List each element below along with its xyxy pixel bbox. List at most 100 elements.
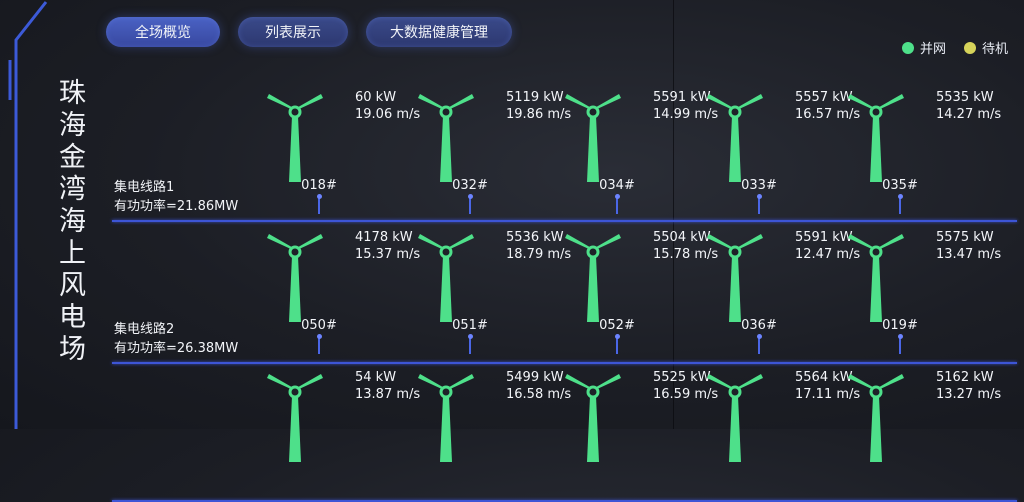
- tab-health-management[interactable]: 大数据健康管理: [366, 17, 512, 47]
- turbine-connector-node: [467, 194, 473, 199]
- turbine-power: 5162 kW: [936, 370, 994, 385]
- turbine-connector-node: [756, 334, 762, 339]
- turbine-card[interactable]: 54 kW 13.87 m/s: [265, 370, 420, 500]
- turbine-id: 032#: [452, 178, 488, 193]
- left-frame-decoration: [8, 1, 48, 429]
- feeder-active-power: 有功功率=21.86MW: [114, 199, 239, 214]
- wind-turbine-icon: [707, 94, 763, 182]
- turbine-card[interactable]: 5535 kW 14.27 m/s 035#: [846, 90, 1001, 220]
- turbine-connector-node: [897, 194, 903, 199]
- page-title-vertical: 珠海金湾海上风电场: [54, 78, 85, 366]
- turbine-card[interactable]: 5504 kW 15.78 m/s 052#: [563, 230, 718, 360]
- turbine-power: 5536 kW: [506, 230, 564, 245]
- turbine-wind-speed: 18.79 m/s: [506, 247, 572, 262]
- turbine-power: 5575 kW: [936, 230, 994, 245]
- feeder-line: [112, 220, 1017, 222]
- turbine-power: 5504 kW: [653, 230, 711, 245]
- legend-item-standby: 待机: [963, 38, 1008, 57]
- turbine-power: 5557 kW: [795, 90, 853, 105]
- turbine-connector: [469, 198, 471, 214]
- turbine-id: 052#: [599, 318, 635, 333]
- turbine-connector-node: [467, 334, 473, 339]
- tab-list-view-label: 列表展示: [265, 25, 321, 41]
- turbine-wind-speed: 16.58 m/s: [506, 387, 572, 402]
- turbine-power: 54 kW: [355, 370, 397, 385]
- turbine-id: 050#: [301, 318, 337, 333]
- wind-turbine-icon: [418, 234, 474, 322]
- turbine-power: 5591 kW: [795, 230, 853, 245]
- tab-health-management-label: 大数据健康管理: [390, 25, 488, 41]
- turbine-card[interactable]: 5591 kW 14.99 m/s 034#: [563, 90, 718, 220]
- wind-turbine-icon: [418, 374, 474, 462]
- turbine-power: 5564 kW: [795, 370, 853, 385]
- turbine-connector: [318, 338, 320, 354]
- turbine-connector-node: [614, 194, 620, 199]
- turbine-card[interactable]: 5119 kW 19.86 m/s 032#: [416, 90, 571, 220]
- turbine-wind-speed: 19.86 m/s: [506, 107, 572, 122]
- turbine-connector-node: [614, 334, 620, 339]
- turbine-card[interactable]: 5575 kW 13.47 m/s 019#: [846, 230, 1001, 360]
- turbine-wind-speed: 13.47 m/s: [936, 247, 1002, 262]
- wind-turbine-icon: [267, 234, 323, 322]
- turbine-wind-speed: 15.37 m/s: [355, 247, 421, 262]
- yellow-status-dot-icon: [963, 41, 976, 54]
- turbine-wind-speed: 13.87 m/s: [355, 387, 421, 402]
- turbine-id: 051#: [452, 318, 488, 333]
- turbine-card[interactable]: 5525 kW 16.59 m/s: [563, 370, 718, 500]
- turbine-power: 5591 kW: [653, 90, 711, 105]
- wind-turbine-icon: [707, 374, 763, 462]
- turbine-connector: [616, 338, 618, 354]
- turbine-id: 035#: [882, 178, 918, 193]
- wind-turbine-icon: [848, 374, 904, 462]
- wind-turbine-icon: [565, 374, 621, 462]
- turbine-power: 5525 kW: [653, 370, 711, 385]
- turbine-connector-node: [897, 334, 903, 339]
- turbine-id: 036#: [741, 318, 777, 333]
- feeder-active-power: 有功功率=26.38MW: [114, 341, 239, 356]
- turbine-power: 60 kW: [355, 90, 397, 105]
- turbine-connector: [899, 338, 901, 354]
- turbine-connector-node: [756, 194, 762, 199]
- legend-label: 待机: [981, 42, 1008, 57]
- turbine-card[interactable]: 5564 kW 17.11 m/s: [705, 370, 860, 500]
- turbine-card[interactable]: 60 kW 19.06 m/s 018#: [265, 90, 420, 220]
- turbine-power: 5119 kW: [506, 90, 564, 105]
- turbine-connector: [899, 198, 901, 214]
- wind-turbine-icon: [565, 94, 621, 182]
- turbine-connector-node: [316, 194, 322, 199]
- turbine-connector: [758, 198, 760, 214]
- legend-label: 并网: [919, 42, 946, 57]
- turbine-card[interactable]: 5536 kW 18.79 m/s 051#: [416, 230, 571, 360]
- tab-list-view[interactable]: 列表展示: [238, 17, 348, 47]
- turbine-power: 5499 kW: [506, 370, 564, 385]
- wind-turbine-icon: [267, 94, 323, 182]
- turbine-id: 034#: [599, 178, 635, 193]
- status-legend: 并网 待机: [901, 38, 1008, 57]
- turbine-card[interactable]: 5499 kW 16.58 m/s: [416, 370, 571, 500]
- turbine-id: 019#: [882, 318, 918, 333]
- turbine-id: 033#: [741, 178, 777, 193]
- wind-turbine-icon: [848, 94, 904, 182]
- turbine-power: 4178 kW: [355, 230, 413, 245]
- turbine-connector: [318, 198, 320, 214]
- turbine-card[interactable]: 5557 kW 16.57 m/s 033#: [705, 90, 860, 220]
- turbine-card[interactable]: 5162 kW 13.27 m/s: [846, 370, 1001, 500]
- turbine-wind-speed: 13.27 m/s: [936, 387, 1002, 402]
- turbine-connector-node: [316, 334, 322, 339]
- turbine-card[interactable]: 4178 kW 15.37 m/s 050#: [265, 230, 420, 360]
- turbine-power: 5535 kW: [936, 90, 994, 105]
- turbine-wind-speed: 19.06 m/s: [355, 107, 421, 122]
- turbine-connector: [469, 338, 471, 354]
- feeder-line: [112, 362, 1017, 364]
- tab-overview[interactable]: 全场概览: [106, 17, 220, 47]
- legend-item-grid-connected: 并网: [901, 38, 946, 57]
- turbine-wind-speed: 14.27 m/s: [936, 107, 1002, 122]
- turbine-connector: [616, 198, 618, 214]
- feeder-name: 集电线路2: [114, 322, 175, 337]
- wind-turbine-icon: [707, 234, 763, 322]
- wind-turbine-icon: [565, 234, 621, 322]
- turbine-card[interactable]: 5591 kW 12.47 m/s 036#: [705, 230, 860, 360]
- wind-turbine-icon: [267, 374, 323, 462]
- turbine-id: 018#: [301, 178, 337, 193]
- wind-turbine-icon: [418, 94, 474, 182]
